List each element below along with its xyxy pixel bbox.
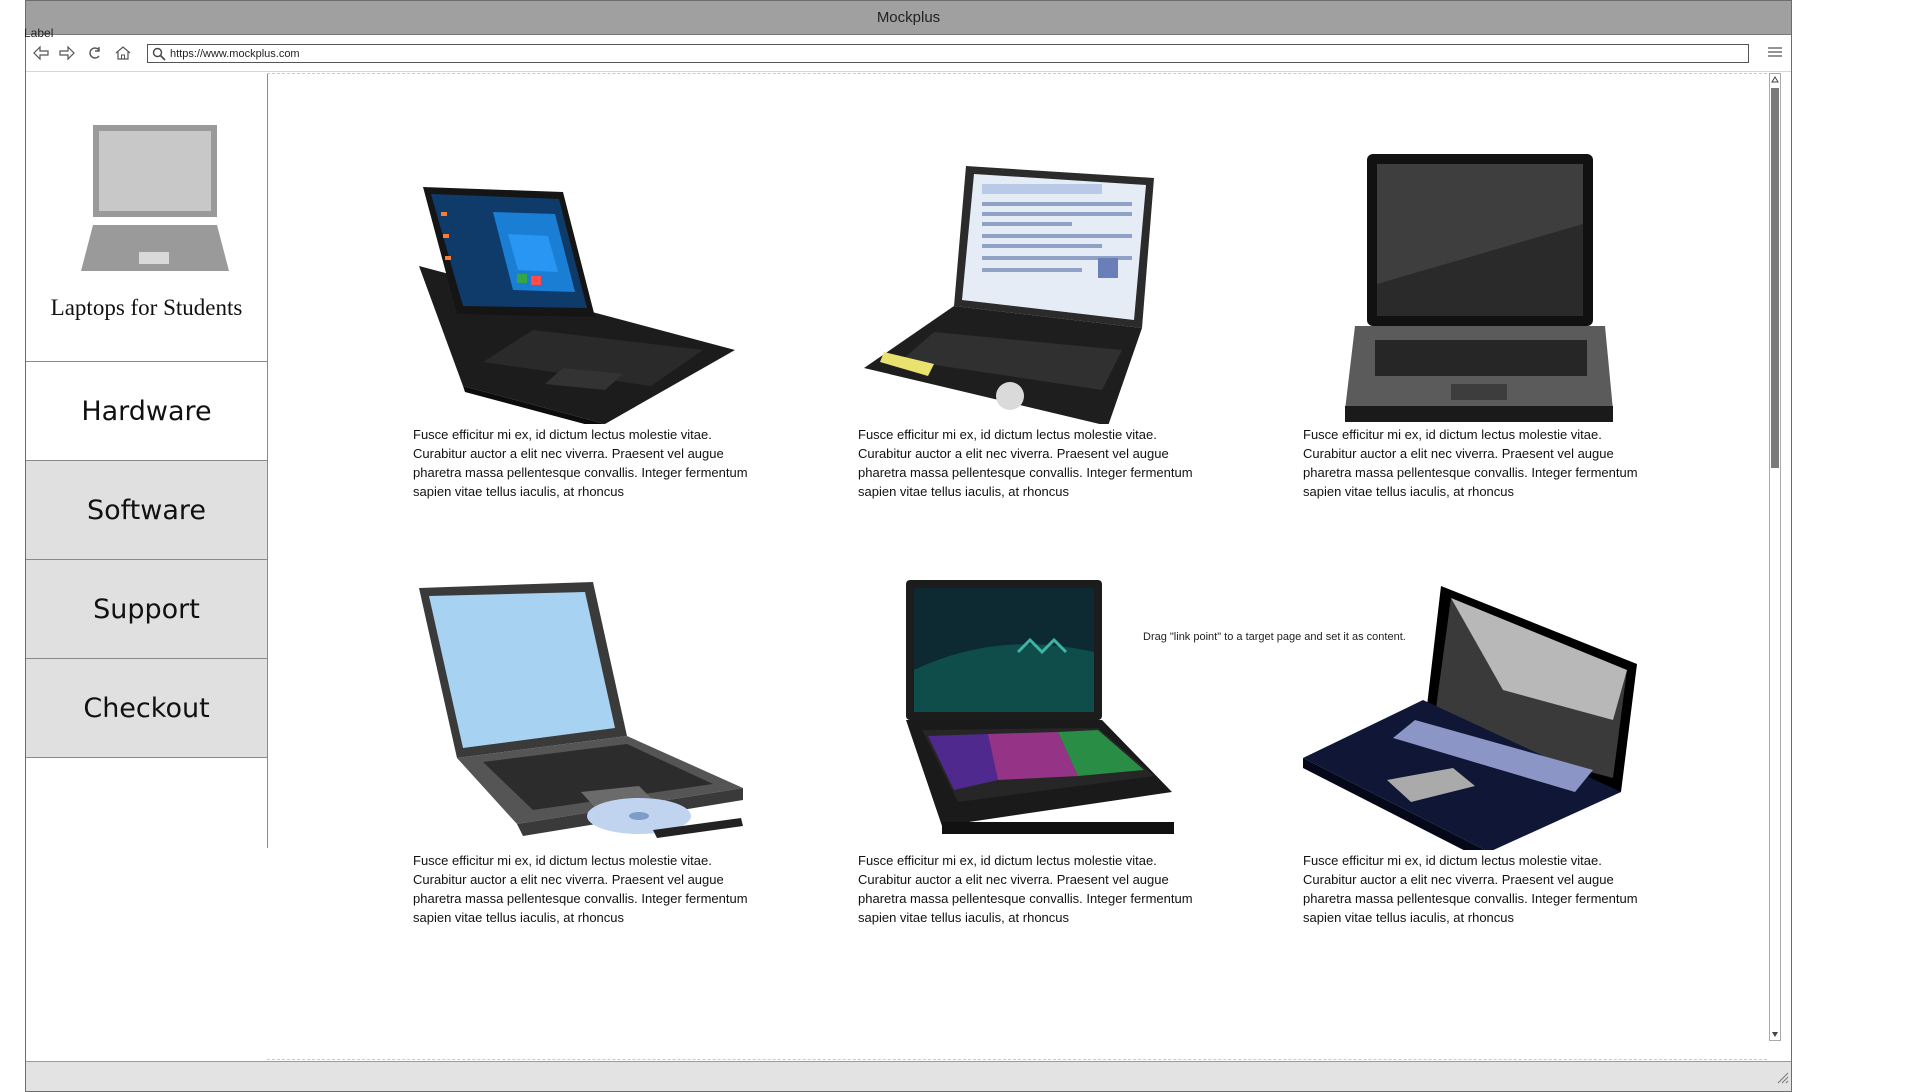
- refresh-icon[interactable]: [86, 44, 104, 62]
- laptop-clipart-icon[interactable]: [1303, 580, 1643, 862]
- nav-label: Hardware: [81, 395, 212, 427]
- product-description: Fusce efficitur mi ex, id dictum lectus …: [413, 853, 748, 925]
- brand-title: Laptops for Students: [50, 295, 243, 320]
- laptop-windows-icon[interactable]: [413, 154, 753, 430]
- product-card[interactable]: Fusce efficitur mi ex, id dictum lectus …: [1303, 580, 1643, 925]
- vertical-scrollbar[interactable]: [1769, 73, 1781, 1041]
- home-icon[interactable]: [114, 44, 132, 62]
- browser-window: Mockplus https://www.mockplus.com Laptop…: [25, 0, 1792, 1092]
- nav-item-software[interactable]: Software: [26, 461, 267, 560]
- product-description: Fusce efficitur mi ex, id dictum lectus …: [1303, 427, 1638, 499]
- product-card[interactable]: Fusce efficitur mi ex, id dictum lectus …: [858, 154, 1198, 499]
- product-card[interactable]: Fusce efficitur mi ex, id dictum lectus …: [413, 154, 753, 499]
- forward-arrow-icon[interactable]: [58, 44, 76, 62]
- product-description: Fusce efficitur mi ex, id dictum lectus …: [413, 427, 748, 499]
- product-card[interactable]: Fusce efficitur mi ex, id dictum lectus …: [413, 580, 753, 925]
- hamburger-menu-icon[interactable]: [1767, 45, 1783, 64]
- product-card[interactable]: Fusce efficitur mi ex, id dictum lectus …: [858, 580, 1198, 925]
- nav-item-checkout[interactable]: Checkout: [26, 659, 267, 758]
- browser-toolbar: https://www.mockplus.com: [26, 35, 1791, 72]
- product-description: Fusce efficitur mi ex, id dictum lectus …: [858, 853, 1193, 925]
- nav-label: Support: [93, 593, 200, 625]
- product-description: Fusce efficitur mi ex, id dictum lectus …: [858, 427, 1193, 499]
- url-text: https://www.mockplus.com: [170, 47, 300, 60]
- back-arrow-icon[interactable]: [32, 44, 50, 62]
- laptop-browser-icon[interactable]: [858, 154, 1198, 426]
- sidebar: Laptops for Students Hardware Software S…: [26, 73, 268, 848]
- product-description: Fusce efficitur mi ex, id dictum lectus …: [1303, 853, 1638, 925]
- nav-item-hardware[interactable]: Hardware: [26, 362, 267, 461]
- scroll-down-arrow-icon[interactable]: [1770, 1028, 1780, 1040]
- status-bar: [26, 1061, 1791, 1091]
- nav-label: Software: [86, 494, 207, 526]
- url-bar[interactable]: https://www.mockplus.com: [147, 44, 1749, 63]
- laptop-gaming-icon[interactable]: [858, 580, 1198, 850]
- corner-label: Label: [24, 26, 54, 40]
- product-grid: Fusce efficitur mi ex, id dictum lectus …: [267, 73, 1767, 1060]
- laptop-icon: [69, 125, 229, 290]
- laptop-cd-drive-icon[interactable]: [413, 580, 753, 850]
- search-icon: [148, 47, 170, 61]
- scroll-thumb[interactable]: [1771, 88, 1779, 468]
- nav-label: Checkout: [83, 692, 210, 724]
- scroll-up-arrow-icon[interactable]: [1770, 74, 1780, 86]
- product-card[interactable]: Fusce efficitur mi ex, id dictum lectus …: [1303, 154, 1643, 499]
- brand-block[interactable]: Laptops for Students: [26, 73, 267, 362]
- laptop-front-icon[interactable]: [1303, 154, 1643, 424]
- window-title: Mockplus: [26, 1, 1791, 35]
- nav-item-support[interactable]: Support: [26, 560, 267, 659]
